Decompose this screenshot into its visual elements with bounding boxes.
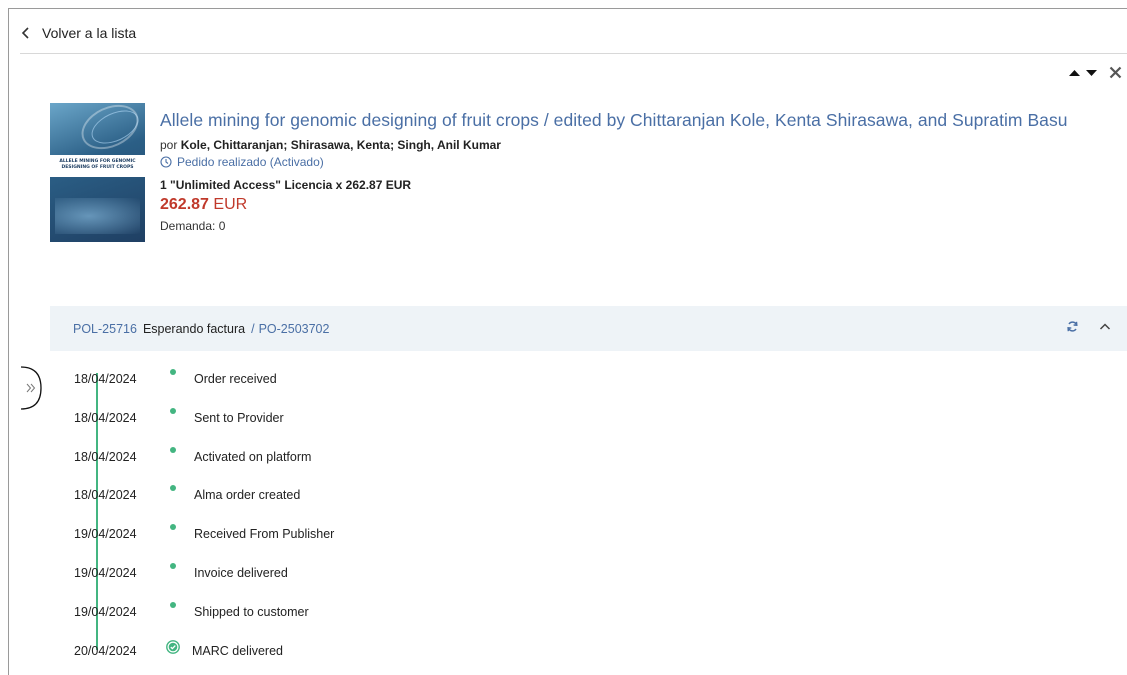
timeline-label: Order received xyxy=(194,372,277,386)
price-amount: 262.87 xyxy=(160,196,209,213)
timeline-date: 18/04/2024 xyxy=(74,449,137,464)
price: 262.87 EUR xyxy=(160,196,1068,214)
timeline-date: 18/04/2024 xyxy=(74,372,137,386)
item-authors: por Kole, Chittaranjan; Shirasawa, Kenta… xyxy=(160,138,1068,152)
timeline-date: 19/04/2024 xyxy=(74,527,137,542)
license-info: 1 "Unlimited Access" Licencia x 262.87 E… xyxy=(160,178,412,192)
collapse-button[interactable] xyxy=(1099,322,1111,331)
timeline-item: 19/04/2024 Shipped to customer xyxy=(74,601,334,641)
po-line-actions xyxy=(1066,320,1111,333)
item-navigation xyxy=(1069,66,1122,79)
timeline-item: 18/04/2024 Order received xyxy=(74,369,334,408)
timeline-label: MARC delivered xyxy=(192,643,284,658)
refresh-button[interactable] xyxy=(1066,320,1079,333)
chevron-up-icon xyxy=(1099,323,1111,330)
chevron-left-icon xyxy=(21,26,29,39)
timeline-dot xyxy=(170,485,176,492)
po-number-link[interactable]: PO-2503702 xyxy=(259,322,330,336)
order-status: Pedido realizado (Activado) xyxy=(160,155,1068,169)
timeline-item: 18/04/2024 Alma order created xyxy=(74,485,334,524)
timeline-item: 19/04/2024 Invoice delivered xyxy=(74,562,334,602)
triangle-up-icon xyxy=(1069,69,1080,76)
po-separator: / xyxy=(251,321,255,336)
cover-decoration xyxy=(55,198,140,234)
timeline-label: Shipped to customer xyxy=(194,604,309,619)
timeline-dot xyxy=(170,524,176,531)
clock-icon xyxy=(160,156,172,168)
back-label: Volver a la lista xyxy=(42,24,137,41)
timeline-date: 18/04/2024 xyxy=(74,488,137,503)
timeline-date: 19/04/2024 xyxy=(74,565,137,580)
timeline-item: 20/04/2024 MARC delivered xyxy=(74,639,334,675)
timeline-dot xyxy=(170,369,176,375)
back-bar: Volver a la lista xyxy=(20,12,1127,54)
authors-names: Kole, Chittaranjan; Shirasawa, Kenta; Si… xyxy=(180,138,501,152)
close-button[interactable] xyxy=(1109,66,1122,79)
timeline-label: Received From Publisher xyxy=(194,527,335,542)
timeline-label: Sent to Provider xyxy=(194,410,284,425)
demand-count: Demanda: 0 xyxy=(160,219,226,233)
timeline-date: 19/04/2024 xyxy=(74,604,137,619)
back-to-list-link[interactable]: Volver a la lista xyxy=(20,25,136,41)
price-currency: EUR xyxy=(213,196,248,213)
timeline-label: Invoice delivered xyxy=(194,565,288,580)
timeline-label: Alma order created xyxy=(194,488,301,503)
book-cover-image: ALLELE MINING FOR GENOMIC DESIGNING OF F… xyxy=(50,103,145,242)
item-details: Allele mining for genomic designing of f… xyxy=(160,110,1068,233)
po-line-state: Esperando factura xyxy=(142,321,246,336)
pol-number-link[interactable]: POL-25716 xyxy=(73,322,137,336)
timeline-date: 18/04/2024 xyxy=(74,410,137,425)
order-timeline: 18/04/2024 Order received 18/04/2024 Sen… xyxy=(74,369,334,675)
timeline-dot xyxy=(170,562,176,569)
timeline-item: 18/04/2024 Activated on platform xyxy=(74,446,334,486)
authors-prefix: por xyxy=(160,138,178,152)
side-panel-toggle[interactable] xyxy=(20,366,42,410)
double-chevron-right-icon xyxy=(20,366,42,410)
item-title-link[interactable]: Allele mining for genomic designing of f… xyxy=(160,110,1068,131)
close-icon xyxy=(1109,66,1122,79)
timeline-label: Activated on platform xyxy=(194,449,312,464)
cover-title: ALLELE MINING FOR GENOMIC DESIGNING OF F… xyxy=(50,155,145,177)
po-line-header: POL-25716 Esperando factura / PO-2503702 xyxy=(50,306,1127,351)
next-item-button[interactable] xyxy=(1086,69,1097,77)
timeline-dot xyxy=(170,446,176,453)
check-circle-icon xyxy=(166,639,180,654)
timeline-dot xyxy=(170,601,176,608)
previous-item-button[interactable] xyxy=(1069,69,1080,77)
timeline-date: 20/04/2024 xyxy=(74,643,137,658)
order-status-label: Pedido realizado (Activado) xyxy=(177,155,324,169)
timeline-item: 18/04/2024 Sent to Provider xyxy=(74,407,334,447)
timeline-item: 19/04/2024 Received From Publisher xyxy=(74,524,334,563)
triangle-down-icon xyxy=(1086,69,1097,76)
timeline-dot xyxy=(170,407,176,414)
refresh-icon xyxy=(1067,321,1078,332)
